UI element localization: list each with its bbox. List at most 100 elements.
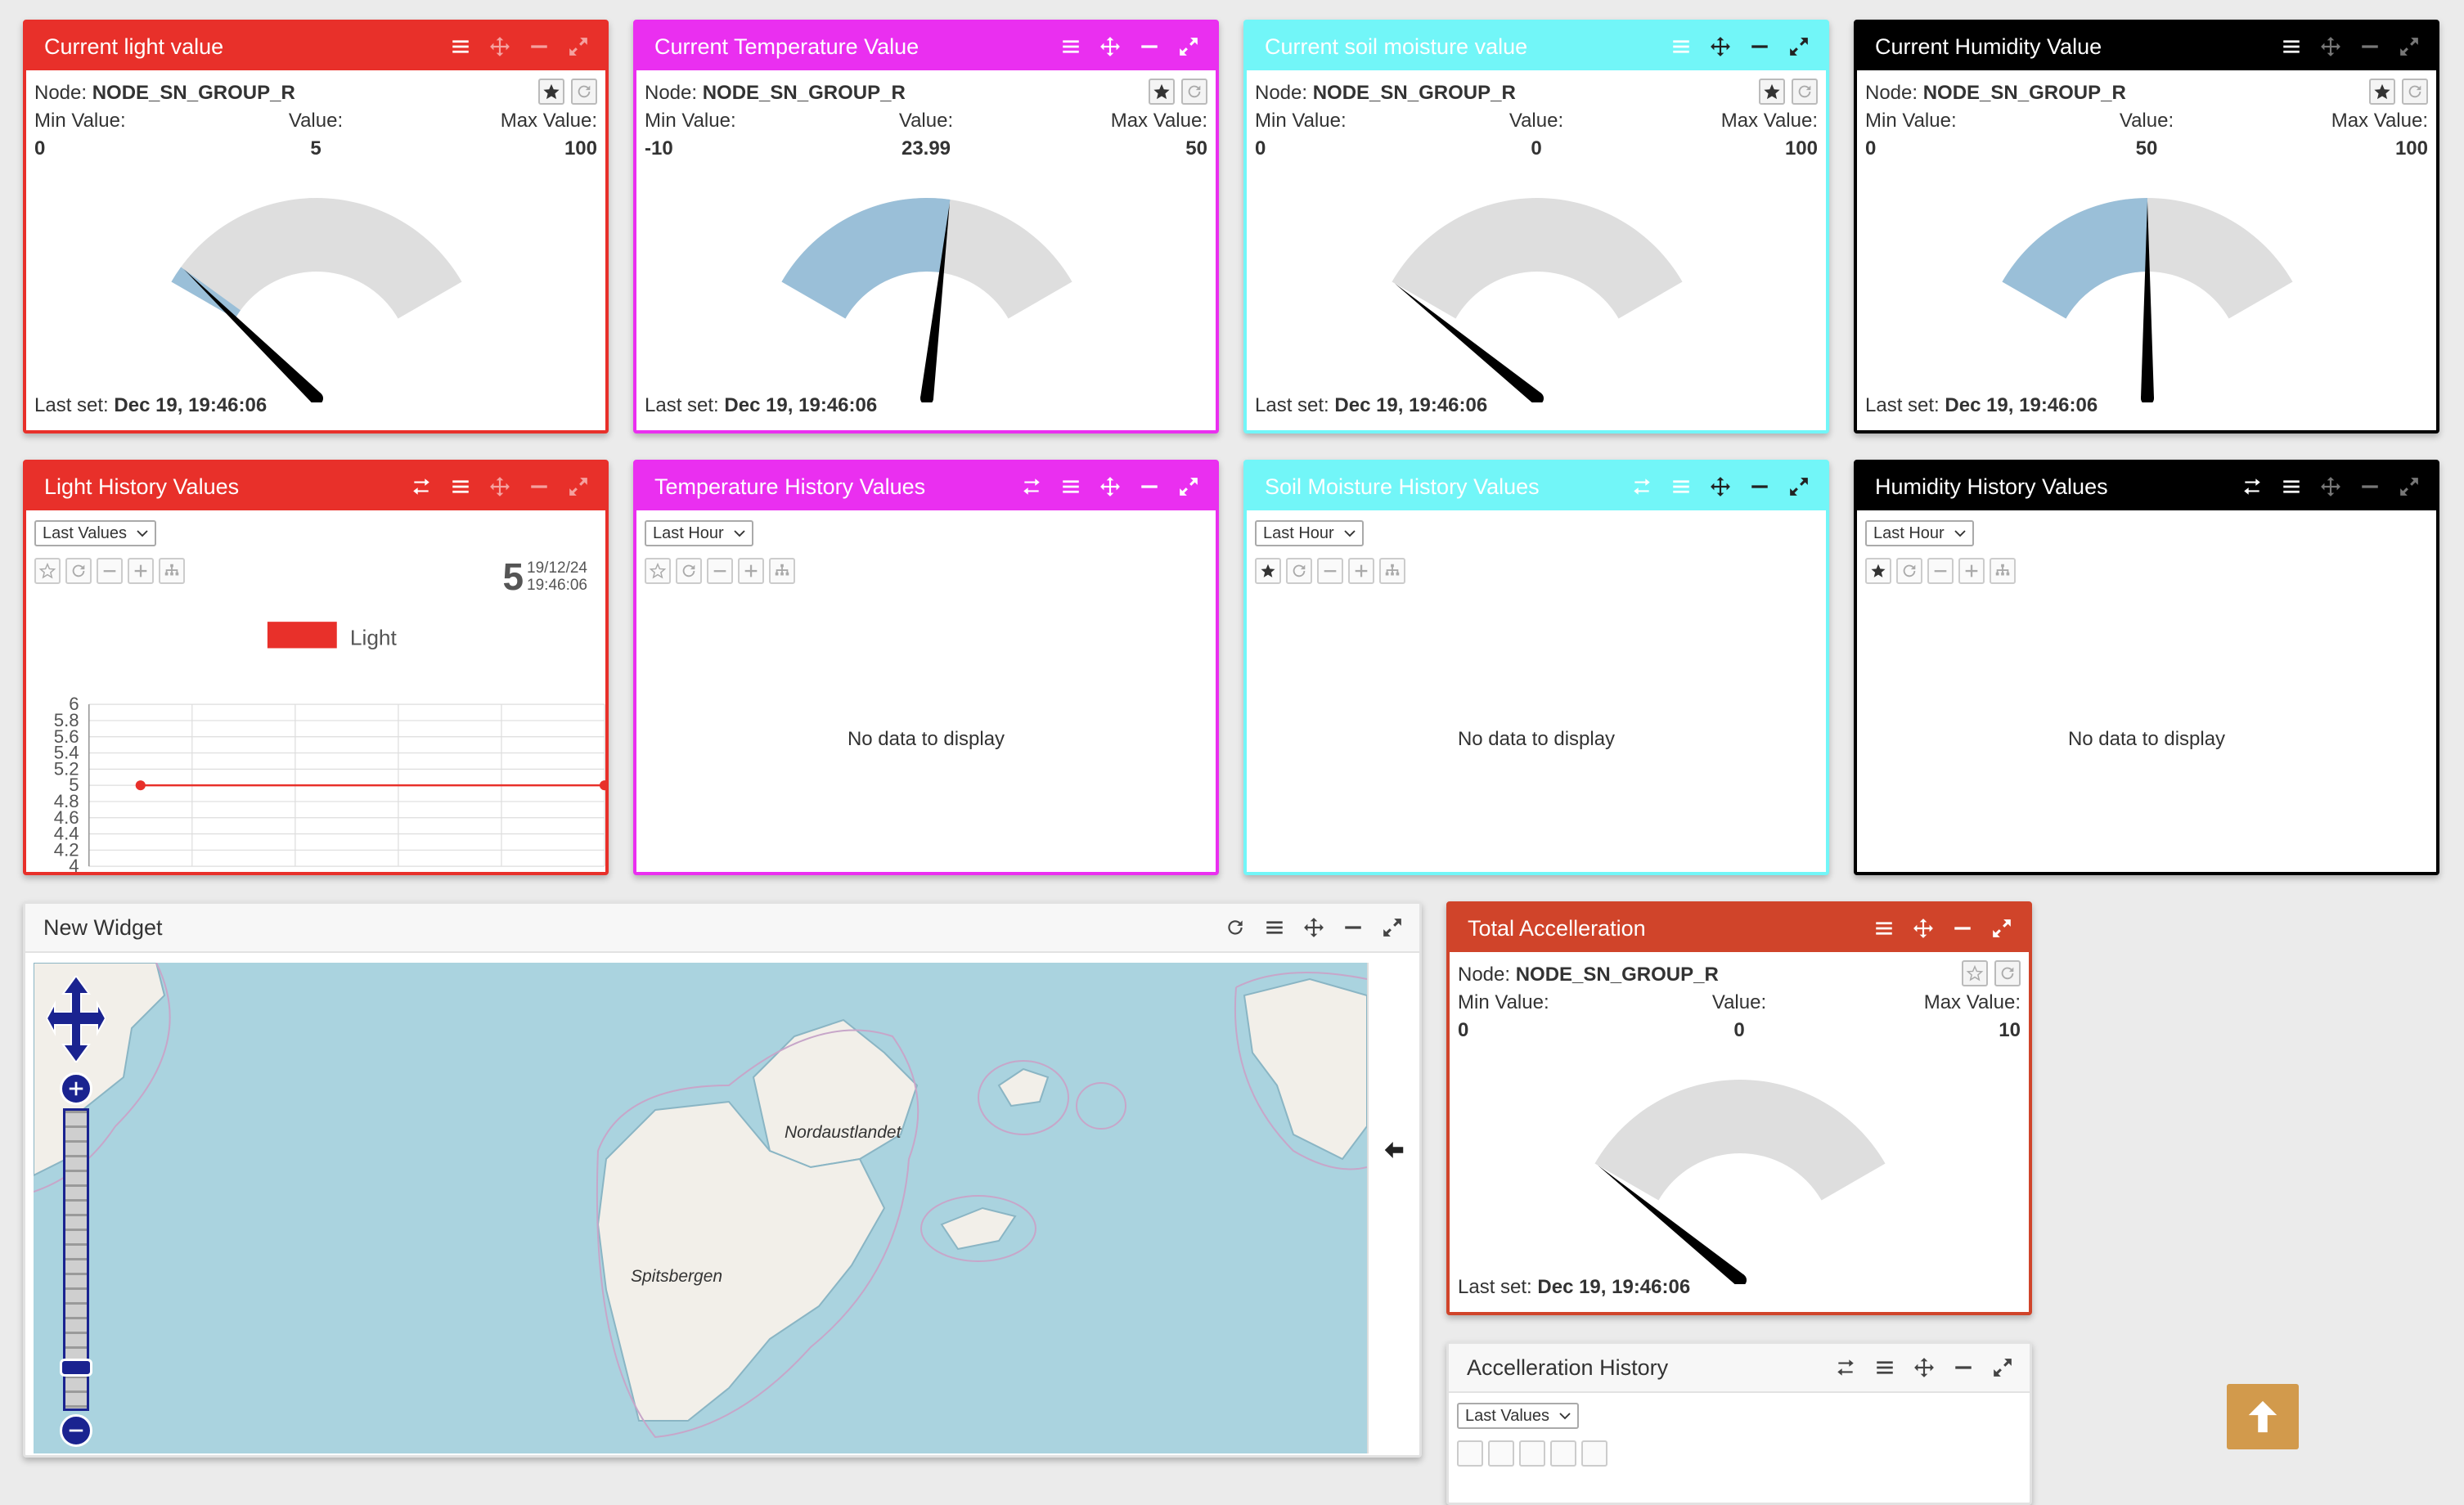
menu-icon[interactable] xyxy=(1264,917,1285,938)
refresh-icon[interactable] xyxy=(1792,79,1818,105)
minimize-icon[interactable] xyxy=(528,476,550,497)
menu-icon[interactable] xyxy=(450,36,471,57)
widget-header[interactable]: Total Accelleration xyxy=(1450,905,2029,952)
widget-header[interactable]: Humidity History Values xyxy=(1857,463,2436,510)
swap-icon[interactable] xyxy=(1021,476,1042,497)
minus-icon[interactable] xyxy=(1927,558,1954,584)
expand-icon[interactable] xyxy=(1991,918,2012,939)
move-icon[interactable] xyxy=(1710,476,1731,497)
star-icon[interactable] xyxy=(34,558,61,584)
minimize-icon[interactable] xyxy=(2359,476,2381,497)
favorite-star-icon[interactable] xyxy=(1962,960,1988,986)
minimize-icon[interactable] xyxy=(1139,476,1160,497)
move-icon[interactable] xyxy=(1710,36,1731,57)
map-pan-control[interactable] xyxy=(45,974,107,1064)
widget-header[interactable]: New Widget xyxy=(25,904,1419,953)
range-select[interactable]: Last Values xyxy=(1457,1403,1580,1429)
hierarchy-icon[interactable] xyxy=(1581,1440,1607,1467)
minus-icon[interactable] xyxy=(707,558,733,584)
plus-icon[interactable] xyxy=(1958,558,1985,584)
expand-icon[interactable] xyxy=(2399,36,2420,57)
menu-icon[interactable] xyxy=(450,476,471,497)
swap-icon[interactable] xyxy=(2241,476,2263,497)
range-select[interactable]: Last Values xyxy=(34,520,157,546)
expand-icon[interactable] xyxy=(1992,1357,2013,1378)
refresh-icon[interactable] xyxy=(571,79,597,105)
map-canvas[interactable]: Nordaustlandet Spitsbergen xyxy=(34,963,1367,1453)
expand-icon[interactable] xyxy=(568,476,589,497)
menu-icon[interactable] xyxy=(1060,36,1081,57)
expand-icon[interactable] xyxy=(1178,476,1199,497)
minimize-icon[interactable] xyxy=(1952,918,1973,939)
arrow-left-icon[interactable] xyxy=(1382,1138,1406,1162)
map-zoom-control[interactable] xyxy=(60,1072,92,1453)
favorite-star-icon[interactable] xyxy=(2369,79,2395,105)
minimize-icon[interactable] xyxy=(1342,917,1364,938)
refresh-icon[interactable] xyxy=(1286,558,1312,584)
minimize-icon[interactable] xyxy=(1953,1357,1974,1378)
range-select[interactable]: Last Hour xyxy=(1255,520,1364,546)
expand-icon[interactable] xyxy=(2399,476,2420,497)
menu-icon[interactable] xyxy=(2281,476,2302,497)
zoom-slider-handle[interactable] xyxy=(60,1359,92,1377)
swap-icon[interactable] xyxy=(1835,1357,1856,1378)
move-icon[interactable] xyxy=(1099,36,1121,57)
refresh-icon[interactable] xyxy=(676,558,702,584)
range-select[interactable]: Last Hour xyxy=(645,520,753,546)
move-icon[interactable] xyxy=(1913,918,1934,939)
refresh-icon[interactable] xyxy=(1896,558,1922,584)
refresh-icon[interactable] xyxy=(65,558,92,584)
minus-icon[interactable] xyxy=(1317,558,1343,584)
minimize-icon[interactable] xyxy=(1139,36,1160,57)
favorite-star-icon[interactable] xyxy=(1759,79,1785,105)
hierarchy-icon[interactable] xyxy=(769,558,795,584)
refresh-icon[interactable] xyxy=(1225,917,1246,938)
move-icon[interactable] xyxy=(1913,1357,1935,1378)
plus-icon[interactable] xyxy=(128,558,154,584)
favorite-star-icon[interactable] xyxy=(538,79,564,105)
move-icon[interactable] xyxy=(489,476,510,497)
star-icon[interactable] xyxy=(1865,558,1891,584)
widget-header[interactable]: Current light value xyxy=(26,23,605,70)
minus-icon[interactable] xyxy=(1519,1440,1545,1467)
expand-icon[interactable] xyxy=(1788,36,1810,57)
widget-header[interactable]: Current Humidity Value xyxy=(1857,23,2436,70)
plus-icon[interactable] xyxy=(738,558,764,584)
favorite-star-icon[interactable] xyxy=(1149,79,1175,105)
star-icon[interactable] xyxy=(1255,558,1281,584)
menu-icon[interactable] xyxy=(2281,36,2302,57)
hierarchy-icon[interactable] xyxy=(1379,558,1405,584)
menu-icon[interactable] xyxy=(1670,476,1692,497)
scroll-to-top-button[interactable] xyxy=(2227,1384,2299,1449)
star-icon[interactable] xyxy=(645,558,671,584)
expand-icon[interactable] xyxy=(1788,476,1810,497)
move-icon[interactable] xyxy=(2320,476,2341,497)
widget-header[interactable]: Temperature History Values xyxy=(636,463,1216,510)
minimize-icon[interactable] xyxy=(1749,476,1770,497)
menu-icon[interactable] xyxy=(1874,1357,1895,1378)
minimize-icon[interactable] xyxy=(528,36,550,57)
refresh-icon[interactable] xyxy=(1181,79,1207,105)
zoom-in-button[interactable] xyxy=(60,1072,92,1105)
swap-icon[interactable] xyxy=(1631,476,1652,497)
widget-header[interactable]: Current soil moisture value xyxy=(1247,23,1826,70)
refresh-icon[interactable] xyxy=(1488,1440,1514,1467)
move-icon[interactable] xyxy=(1099,476,1121,497)
minus-icon[interactable] xyxy=(97,558,123,584)
minimize-icon[interactable] xyxy=(1749,36,1770,57)
move-icon[interactable] xyxy=(489,36,510,57)
minimize-icon[interactable] xyxy=(2359,36,2381,57)
star-icon[interactable] xyxy=(1457,1440,1483,1467)
expand-icon[interactable] xyxy=(568,36,589,57)
menu-icon[interactable] xyxy=(1060,476,1081,497)
range-select[interactable]: Last Hour xyxy=(1865,520,1974,546)
expand-icon[interactable] xyxy=(1178,36,1199,57)
plus-icon[interactable] xyxy=(1550,1440,1576,1467)
expand-icon[interactable] xyxy=(1382,917,1403,938)
widget-header[interactable]: Soil Moisture History Values xyxy=(1247,463,1826,510)
plus-icon[interactable] xyxy=(1348,558,1374,584)
menu-icon[interactable] xyxy=(1873,918,1895,939)
move-icon[interactable] xyxy=(2320,36,2341,57)
zoom-out-button[interactable] xyxy=(60,1414,92,1447)
refresh-icon[interactable] xyxy=(2402,79,2428,105)
